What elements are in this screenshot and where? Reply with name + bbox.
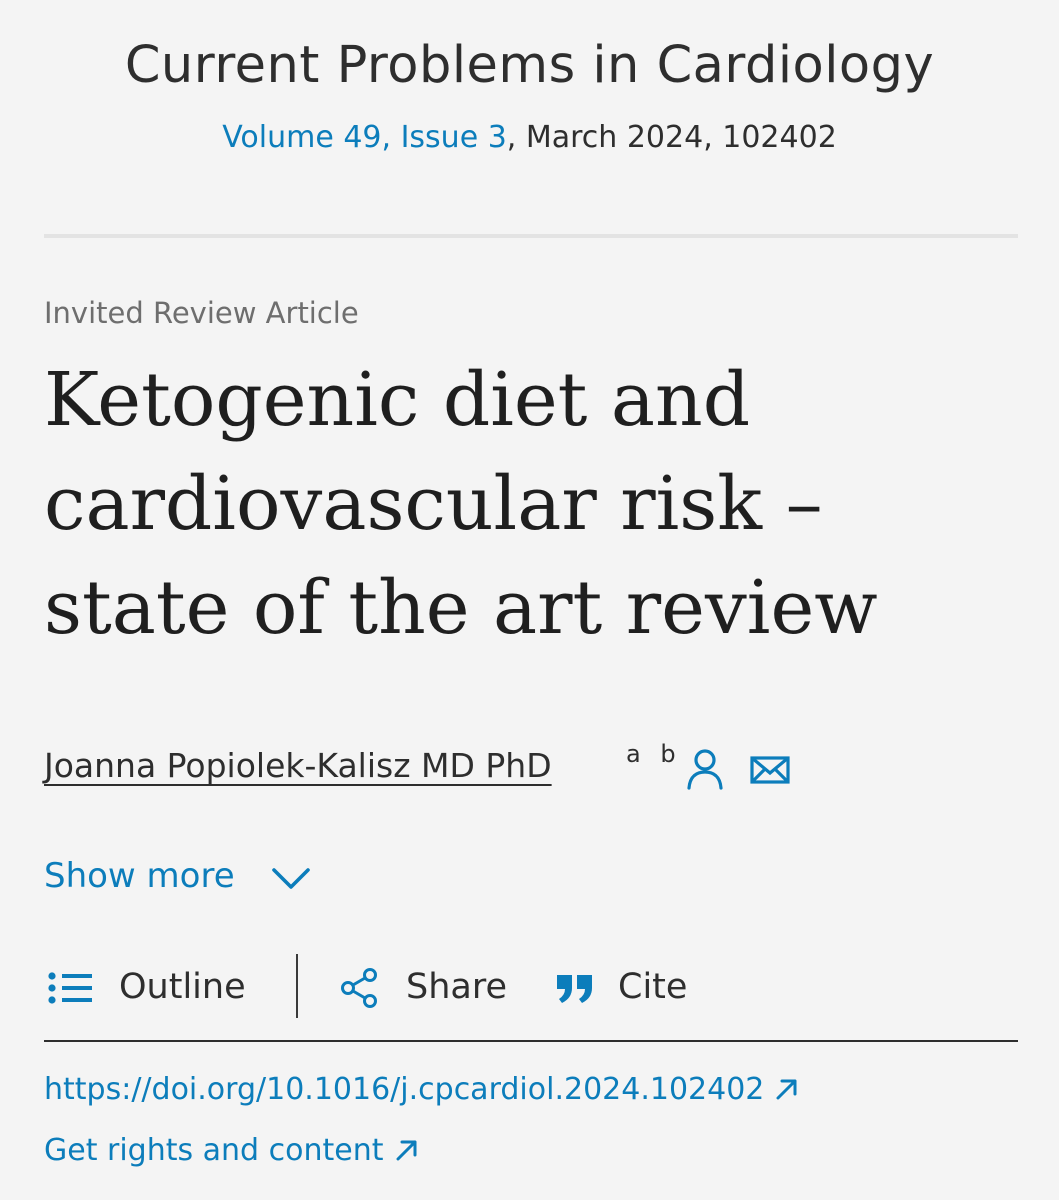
quote-icon [557,975,592,1003]
outline-button[interactable]: Outline [44,954,274,1020]
volume-issue-link[interactable]: Volume 49, Issue 3 [222,120,507,155]
doi-text: https://doi.org/10.1016/j.cpcardiol.2024… [44,1072,765,1107]
article-type: Invited Review Article [44,296,359,330]
issue-info: Volume 49, Issue 3, March 2024, 102402 [0,120,1059,155]
rights-text: Get rights and content [44,1133,384,1168]
show-more-label: Show more [44,856,235,896]
cite-button[interactable]: Cite [556,954,716,1020]
envelope-icon[interactable] [750,752,790,788]
outline-label: Outline [119,967,246,1007]
issue-details: , March 2024, 102402 [506,120,837,155]
share-label: Share [406,967,508,1007]
cite-label: Cite [618,967,688,1007]
article-toolbar: Outline Share Cite [44,954,1018,1020]
article-title: Ketogenic diet and cardiovascular risk –… [44,357,878,651]
list-icon [48,972,92,1004]
rights-link[interactable]: Get rights and content [44,1133,420,1168]
toolbar-divider-bottom [44,1040,1018,1042]
header-divider [44,234,1018,238]
doi-link[interactable]: https://doi.org/10.1016/j.cpcardiol.2024… [44,1072,800,1107]
show-more-button[interactable]: Show more [44,856,310,896]
toolbar-divider [296,954,298,1018]
author-name-link[interactable]: Joanna Popiolek-Kalisz MD PhD [44,746,552,785]
share-icon [341,968,377,1008]
external-link-icon [776,1079,797,1100]
external-link-icon [396,1140,416,1161]
person-icon[interactable] [686,748,724,790]
author-affiliations[interactable]: a b [626,740,682,768]
share-button[interactable]: Share [340,954,520,1020]
chevron-down-icon [272,868,310,889]
journal-title[interactable]: Current Problems in Cardiology [0,36,1059,95]
